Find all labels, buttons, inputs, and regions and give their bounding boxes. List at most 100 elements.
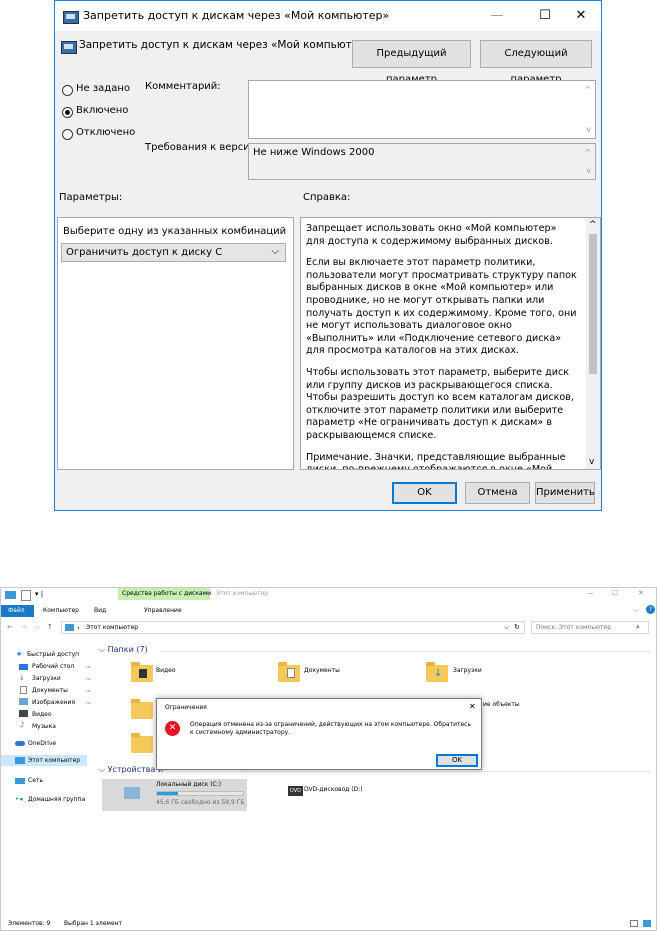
ok-button[interactable]: OK [392,482,457,504]
recent-icon[interactable]: ⌵ [35,623,40,632]
minimize-icon[interactable]: — [587,589,594,597]
folder-documents[interactable]: Документы [304,667,340,674]
minimize-icon[interactable]: — [475,5,519,27]
nav-pictures[interactable]: Изображения [32,699,75,706]
apply-button[interactable]: Применить [535,482,595,504]
previous-setting-button[interactable]: Предыдущий параметр [352,40,471,85]
drive-c-tile[interactable]: Локальный диск (C:) 45,6 ГБ свободно из … [102,779,247,811]
radio-not-configured-label: Не задано [76,83,130,94]
error-ok-button[interactable]: OK [436,754,478,767]
tiles-view-icon[interactable] [643,920,651,927]
tab-file[interactable]: Файл [1,605,34,617]
help-text: Запрещает использовать окно «Мой компьют… [306,223,578,469]
nav-this-pc-row[interactable]: Этот компьютер [1,755,87,766]
address-bar[interactable]: › Этот компьютер ⌵ ↻ [61,621,525,634]
close-icon[interactable]: ✕ [559,5,603,27]
nav-network[interactable]: Сеть [28,777,43,784]
comment-textarea[interactable]: ^ v [248,80,596,139]
drive-restriction-value: Ограничить доступ к диску C [66,247,223,258]
search-placeholder: Поиск: Этот компьютер [536,624,612,631]
dvd-icon: DVD [288,786,303,796]
policy-setting-icon [63,11,79,24]
quick-access-toolbar-icon[interactable]: ▾ | [35,590,43,598]
search-icon[interactable]: ⌕ [636,623,640,632]
forward-icon[interactable]: → [21,623,27,631]
details-view-icon[interactable] [630,920,638,927]
folder-icon[interactable] [131,699,153,719]
policy-titlebar[interactable]: Запретить доступ к дискам через «Мой ком… [55,1,601,31]
scroll-up-icon: ^ [584,85,591,94]
folder-downloads[interactable]: Загрузки [453,667,482,674]
folder-icon[interactable] [131,733,153,753]
devices-header-label: Устройства и [107,765,164,774]
nav-onedrive[interactable]: OneDrive [28,740,56,747]
options-prompt: Выберите одну из указанных комбинаций [63,226,287,237]
tab-computer[interactable]: Компьютер [43,607,79,614]
nav-documents[interactable]: Документы [32,687,68,694]
close-icon[interactable]: ✕ [638,589,644,597]
nav-homegroup[interactable]: Домашняя группа [28,796,85,803]
document-overlay-icon [287,668,295,678]
video-overlay-icon [139,669,147,678]
options-label: Параметры: [59,192,123,203]
network-icon [15,778,25,784]
up-icon[interactable]: ↑ [47,623,53,631]
tab-view[interactable]: Вид [94,607,106,614]
radio-enabled[interactable] [62,107,73,118]
tab-manage[interactable]: Управление [144,607,182,614]
help-paragraph: Если вы включаете этот параметр политики… [306,257,577,357]
video-icon [19,710,28,717]
properties-icon[interactable] [21,590,31,601]
folder-3d-objects[interactable]: ие объекты [483,701,520,708]
radio-disabled[interactable] [62,129,73,140]
folder-video[interactable]: Видео [156,667,176,674]
dvd-drive[interactable]: DVD-дисковод (D:) [304,786,363,793]
pin-icon: ⊸ [85,699,91,707]
error-icon: ✕ [165,721,180,736]
scroll-down-icon[interactable]: v [589,457,594,467]
devices-header[interactable]: ⌵ Устройства и [99,765,163,775]
computer-icon [15,757,25,764]
drive-c-name: Локальный диск (C:) [156,781,222,788]
section-divider [241,771,651,772]
help-scrollbar[interactable]: ^ v [586,218,600,469]
refresh-icon[interactable]: ↻ [514,623,520,631]
supported-on-field: Не ниже Windows 2000 ^ v [248,143,596,180]
cancel-button[interactable]: Отмена [465,482,530,504]
drive-c-usage-fill [157,792,178,795]
navigation-pane: ★ Быстрый доступ Рабочий стол ⊸ ↓ Загруз… [1,644,97,894]
address-text: Этот компьютер [86,624,139,631]
search-input[interactable]: Поиск: Этот компьютер ⌕ [531,621,649,634]
address-separator-icon: › [77,624,80,632]
maximize-icon[interactable]: ☐ [612,589,618,597]
homegroup-icon: •◂ [15,795,23,803]
nav-video[interactable]: Видео [32,711,52,718]
drive-c-free: 45,6 ГБ свободно из 59,9 ГБ [156,799,245,806]
setting-title: Запретить доступ к дискам через «Мой ком… [79,39,372,51]
ribbon-expand-icon[interactable]: ⌵ [633,606,638,615]
onedrive-icon [15,741,25,746]
nav-music[interactable]: Музыка [32,723,56,730]
address-dropdown-icon[interactable]: ⌵ [504,623,509,632]
computer-icon [5,591,16,599]
error-dialog-title: Ограничения [165,704,207,711]
radio-enabled-label: Включено [76,105,129,116]
nav-quick-access[interactable]: Быстрый доступ [27,651,79,658]
next-setting-button[interactable]: Следующий параметр [480,40,592,85]
nav-downloads[interactable]: Загрузки [32,675,61,682]
radio-not-configured[interactable] [62,85,73,96]
desktop-icon [19,664,28,670]
back-icon[interactable]: ← [7,623,13,631]
folders-header[interactable]: ⌵ Папки (7) [99,645,148,655]
download-overlay-icon: ↓ [434,668,443,679]
scroll-thumb[interactable] [589,234,597,374]
policy-dialog: Запретить доступ к дискам через «Мой ком… [54,0,602,511]
help-icon[interactable]: ? [646,605,655,614]
close-icon[interactable]: ✕ [469,702,476,711]
nav-desktop[interactable]: Рабочий стол [32,663,74,670]
drive-restriction-select[interactable]: Ограничить доступ к диску C ⌵ [61,243,286,262]
scroll-down-icon: v [586,125,591,134]
status-selected: Выбран 1 элемент [64,920,123,927]
help-paragraph: Чтобы использовать этот параметр, выбери… [306,366,575,441]
scroll-up-icon[interactable]: ^ [589,220,597,230]
